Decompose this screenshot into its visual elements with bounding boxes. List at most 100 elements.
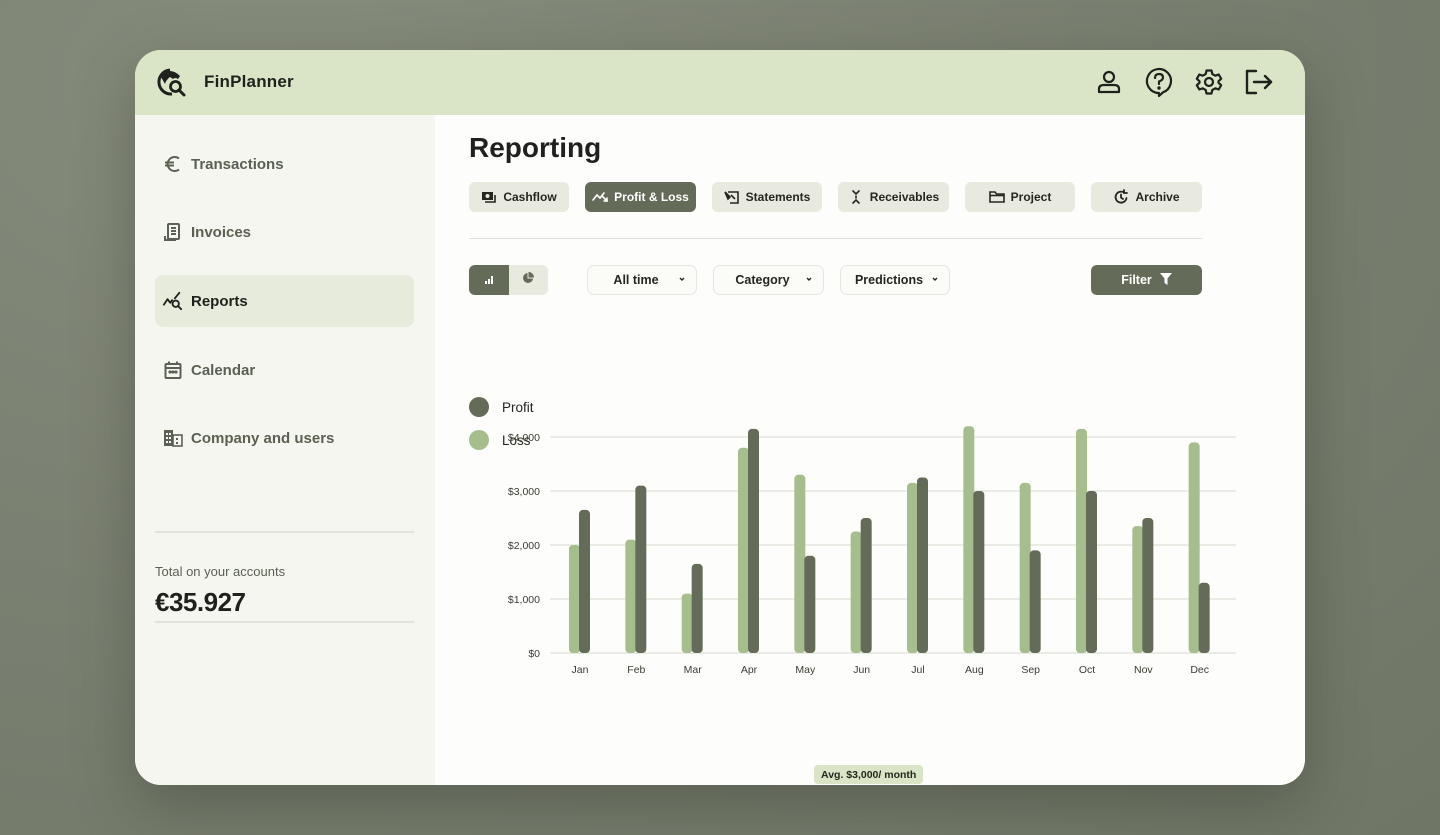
sidebar-item-label: Transactions <box>191 155 284 173</box>
bar-loss-dec <box>1188 442 1200 653</box>
settings-icon[interactable] <box>1193 66 1225 98</box>
report-tabs: Cashflow Profit & Loss Statements Receiv… <box>469 182 1202 212</box>
sidebar-item-calendar[interactable]: Calendar <box>155 344 414 396</box>
chevron-down-icon <box>932 277 938 281</box>
x-tick-label: Nov <box>1134 664 1153 676</box>
globe-search-icon <box>156 67 188 99</box>
x-tick-label: May <box>795 664 816 676</box>
sidebar: Transactions Invoices Reports Calendar C… <box>135 115 435 785</box>
user-icon[interactable] <box>1093 66 1125 98</box>
category-dropdown[interactable]: Category <box>713 265 824 295</box>
trend-icon <box>592 189 608 205</box>
bar-profit-jan <box>579 509 590 653</box>
time-range-dropdown[interactable]: All time <box>587 265 697 295</box>
tab-label: Profit & Loss <box>614 190 689 204</box>
chart-type-toggle <box>469 265 548 295</box>
bar-loss-nov <box>1132 526 1144 653</box>
sidebar-item-label: Company and users <box>191 429 335 447</box>
x-tick-label: Oct <box>1079 664 1095 676</box>
time-range-value: All time <box>613 273 659 287</box>
tab-statements[interactable]: Statements <box>712 182 822 212</box>
top-bar: FinPlanner <box>135 50 1305 115</box>
bar-loss-aug <box>963 426 975 653</box>
sidebar-divider <box>155 531 414 533</box>
x-tick-label: Aug <box>965 664 984 676</box>
sidebar-item-reports[interactable]: Reports <box>155 275 414 327</box>
x-tick-label: Jan <box>572 664 589 676</box>
chevron-down-icon <box>806 277 812 281</box>
filter-label: Filter <box>1121 273 1152 287</box>
section-divider <box>469 238 1202 239</box>
tab-label: Archive <box>1135 190 1180 204</box>
filter-button[interactable]: Filter <box>1091 265 1202 295</box>
bar-loss-jan <box>569 545 580 653</box>
folder-icon <box>988 189 1005 205</box>
bar-loss-mar <box>681 593 693 653</box>
tab-label: Cashflow <box>503 190 557 204</box>
legend-swatch-profit <box>469 397 489 417</box>
logout-icon[interactable] <box>1243 66 1275 98</box>
x-tick-label: Dec <box>1190 664 1209 676</box>
legend-item-profit: Profit <box>469 397 534 417</box>
sidebar-item-company-and-users[interactable]: Company and users <box>155 412 414 464</box>
bar-loss-feb <box>625 539 637 653</box>
app-title: FinPlanner <box>204 72 294 91</box>
bar-profit-oct <box>1086 491 1097 653</box>
bar-profit-sep <box>1029 550 1041 653</box>
bar-profit-jul <box>917 477 928 653</box>
y-tick-label: $1,000 <box>508 594 540 606</box>
sidebar-divider <box>155 621 414 623</box>
tab-cashflow[interactable]: Cashflow <box>469 182 569 212</box>
tab-label: Project <box>1010 190 1052 204</box>
building-icon <box>163 428 183 448</box>
tab-label: Statements <box>745 190 811 204</box>
x-tick-label: Jul <box>911 664 924 676</box>
cash-icon <box>481 189 497 205</box>
statement-icon <box>723 189 740 205</box>
pie-chart-icon <box>522 271 535 289</box>
sidebar-item-invoices[interactable]: Invoices <box>155 206 414 258</box>
x-tick-label: Feb <box>627 664 645 676</box>
bar-chart-icon <box>484 271 494 289</box>
tab-archive[interactable]: Archive <box>1091 182 1202 212</box>
tab-project[interactable]: Project <box>965 182 1075 212</box>
bar-profit-mar <box>691 563 703 653</box>
legend-swatch-loss <box>469 430 489 450</box>
bar-loss-apr <box>738 447 749 653</box>
bar-profit-nov <box>1142 518 1154 653</box>
euro-icon <box>163 154 183 174</box>
y-tick-label: $2,000 <box>508 540 540 552</box>
bar-loss-sep <box>1019 482 1031 653</box>
x-tick-label: Mar <box>684 664 703 676</box>
x-tick-label: Sep <box>1021 664 1040 676</box>
bar-loss-jul <box>907 482 918 653</box>
predictions-dropdown[interactable]: Predictions <box>840 265 950 295</box>
legend-label: Profit <box>502 399 534 415</box>
sidebar-item-label: Invoices <box>191 223 252 241</box>
x-tick-label: Jun <box>853 664 870 676</box>
total-accounts-value: €35.927 <box>155 587 246 617</box>
tab-profit-and-loss[interactable]: Profit & Loss <box>585 182 696 212</box>
sidebar-item-transactions[interactable]: Transactions <box>155 138 414 190</box>
predictions-value: Predictions <box>854 273 924 287</box>
tab-label: Receivables <box>869 190 940 204</box>
report-search-icon <box>163 291 183 311</box>
pie-chart-toggle[interactable] <box>508 265 548 295</box>
average-badge: Avg. $3,000/ month <box>814 765 924 784</box>
sidebar-item-label: Calendar <box>191 361 256 379</box>
tab-receivables[interactable]: Receivables <box>838 182 949 212</box>
bar-chart-toggle[interactable] <box>469 265 509 295</box>
bar-loss-oct <box>1076 428 1087 653</box>
main-content: Reporting Cashflow Profit & Loss Stateme… <box>435 115 1305 785</box>
x-tick-label: Apr <box>741 664 758 676</box>
y-tick-label: $3,000 <box>508 486 540 498</box>
legend-item-loss: Loss <box>469 430 531 450</box>
total-accounts-label: Total on your accounts <box>155 564 286 579</box>
bar-profit-feb <box>635 485 647 653</box>
calendar-icon <box>163 360 183 380</box>
bar-loss-jun <box>850 531 862 653</box>
profit-loss-chart: $0$1,000$2,000$3,000$4,000Jan Feb Mar Apr Ma… <box>508 426 1236 676</box>
help-icon[interactable] <box>1143 66 1175 98</box>
category-value: Category <box>735 273 790 287</box>
sidebar-item-label: Reports <box>191 292 248 310</box>
